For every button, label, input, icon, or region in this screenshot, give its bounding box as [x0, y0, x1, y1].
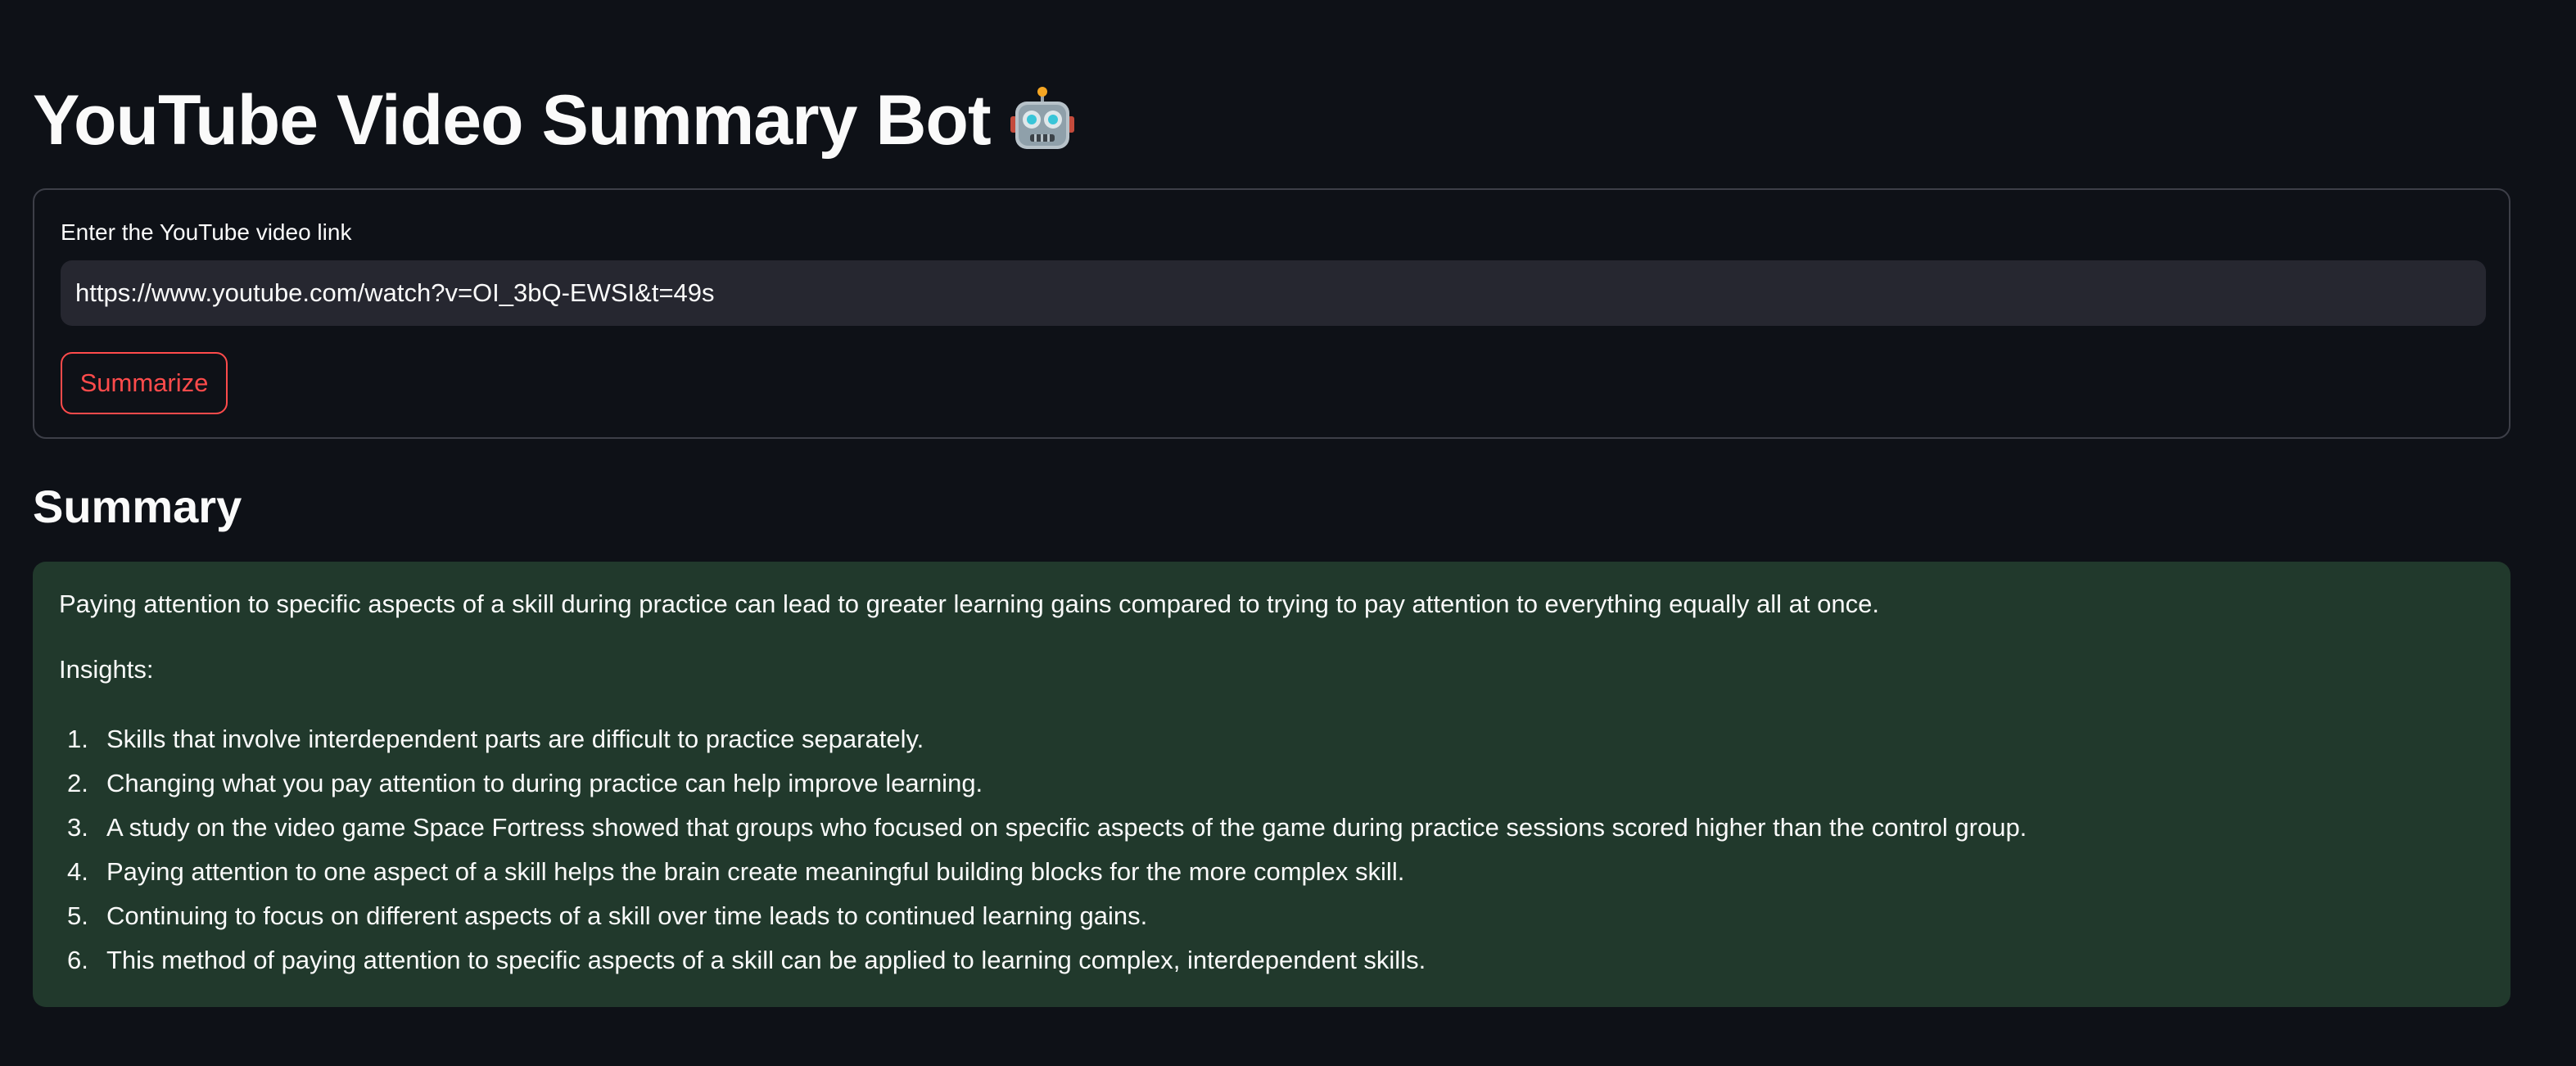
insight-item: 6. This method of paying attention to spe… — [59, 938, 2027, 982]
insight-text: Continuing to focus on different aspects… — [106, 901, 1148, 930]
video-link-input[interactable] — [61, 260, 2486, 326]
page-title: YouTube Video Summary Bot — [33, 81, 992, 160]
insight-number: 3. — [67, 813, 88, 842]
insight-number: 5. — [67, 901, 88, 930]
insight-number: 6. — [67, 946, 88, 974]
insight-text: Changing what you pay attention to durin… — [106, 769, 983, 797]
robot-icon — [1010, 87, 1074, 149]
title-row: YouTube Video Summary Bot — [33, 75, 1076, 165]
insight-number: 4. — [67, 857, 88, 886]
link-form: Enter the YouTube video link Summarize — [33, 188, 2510, 439]
summary-intro: Paying attention to specific aspects of … — [59, 589, 1879, 618]
insight-item: 2. Changing what you pay attention to dur… — [59, 761, 2027, 806]
video-link-label: Enter the YouTube video link — [61, 219, 352, 245]
insight-number: 2. — [67, 769, 88, 797]
insight-text: Skills that involve interdependent parts… — [106, 725, 924, 753]
summarize-button[interactable]: Summarize — [61, 352, 228, 414]
insights-label: Insights: — [59, 655, 154, 684]
insight-text: Paying attention to one aspect of a skil… — [106, 857, 1405, 886]
app-page: YouTube Video Summary Bot Enter the YouT… — [0, 0, 2576, 1066]
insight-item: 1. Skills that involve interdependent par… — [59, 717, 2027, 761]
insight-text: A study on the video game Space Fortress… — [106, 813, 2027, 842]
insight-text: This method of paying attention to speci… — [106, 946, 1426, 974]
summary-heading: Summary — [33, 481, 242, 532]
insight-number: 1. — [67, 725, 88, 753]
insights-list: 1. Skills that involve interdependent par… — [59, 717, 2027, 982]
insight-item: 4. Paying attention to one aspect of a sk… — [59, 850, 2027, 894]
insight-item: 5. Continuing to focus on different aspec… — [59, 894, 2027, 938]
insight-item: 3. A study on the video game Space Fortre… — [59, 806, 2027, 850]
summary-result-box: Paying attention to specific aspects of … — [33, 562, 2510, 1007]
